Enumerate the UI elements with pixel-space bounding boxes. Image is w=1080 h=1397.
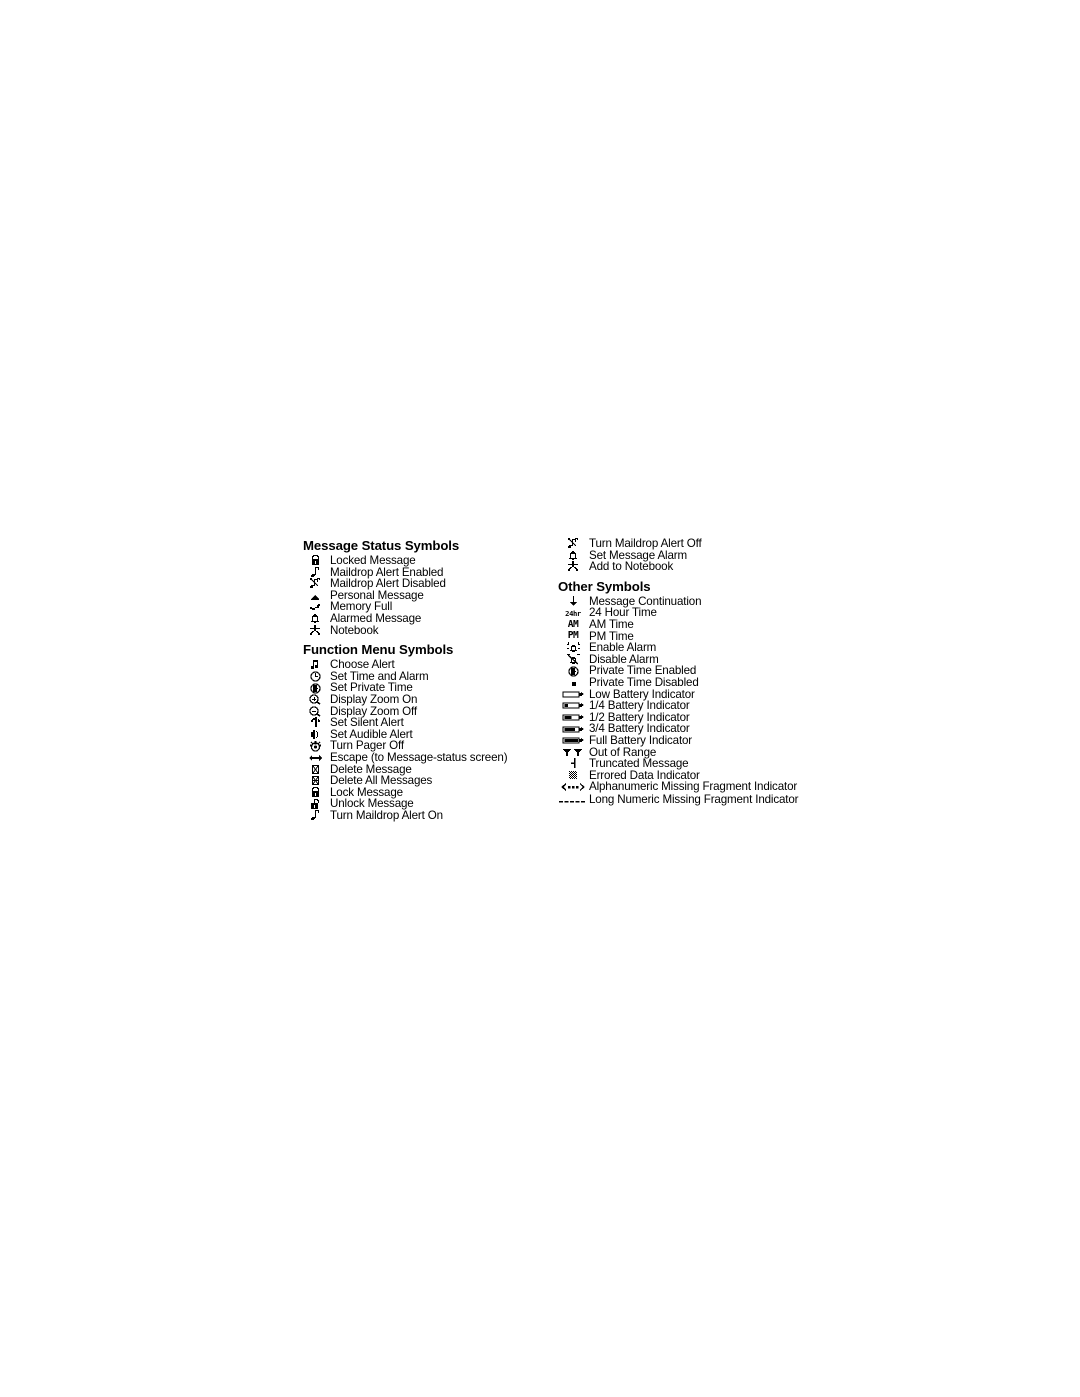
errored-data-icon xyxy=(558,770,588,782)
music-note-icon xyxy=(303,810,327,822)
symbol-label: Alphanumeric Missing Fragment Indicator xyxy=(589,780,798,794)
list-item: Display Zoom On xyxy=(303,694,553,706)
truncated-message-icon xyxy=(558,758,588,770)
symbol-list-message-status: Locked Message Maildrop Alert Enabled Ma… xyxy=(303,555,553,636)
alarm-bell-ringing-icon xyxy=(558,642,588,654)
music-note-crossed-icon xyxy=(558,538,588,550)
long-numeric-fragment-icon xyxy=(558,794,588,811)
symbol-label: 1/4 Battery Indicator xyxy=(589,699,690,713)
symbol-label: Long Numeric Missing Fragment Indicator xyxy=(589,792,799,806)
private-clock-icon xyxy=(303,682,327,694)
envelope-small-icon xyxy=(303,590,327,602)
vibrate-icon xyxy=(303,717,327,729)
list-item: 1/4 Battery Indicator xyxy=(558,700,823,712)
list-item: Set Silent Alert xyxy=(303,717,553,729)
filled-square-icon xyxy=(558,677,588,689)
symbol-label: AM Time xyxy=(589,617,634,631)
music-note-icon xyxy=(303,566,327,579)
power-off-icon xyxy=(303,740,327,752)
list-item: Long Numeric Missing Fragment Indicator xyxy=(558,794,823,811)
section-title-other-symbols: Other Symbols xyxy=(558,578,651,594)
battery-quarter-icon xyxy=(558,700,588,712)
symbol-label: Alarmed Message xyxy=(330,611,422,625)
list-item: Notebook xyxy=(303,623,553,637)
music-note-crossed-icon xyxy=(303,578,327,590)
symbol-label: Truncated Message xyxy=(589,757,689,771)
symbol-list-function-menu: Choose Alert Set Time and Alarm Set Priv… xyxy=(303,659,553,821)
list-item: Escape (to Message-status screen) xyxy=(303,752,553,764)
notebook-person-icon xyxy=(558,561,588,573)
symbol-label: Locked Message xyxy=(330,554,416,567)
document-page: Message Status Symbols Locked Message Ma… xyxy=(0,0,1080,1397)
left-column: Message Status Symbols Locked Message Ma… xyxy=(303,538,553,821)
alarm-bell-crossed-icon xyxy=(558,654,588,666)
symbol-label: Escape (to Message-status screen) xyxy=(330,750,508,764)
list-item: Add to Notebook xyxy=(558,561,823,573)
list-item: Turn Maildrop Alert On xyxy=(303,810,553,822)
down-arrow-icon xyxy=(558,596,588,608)
pm-text-icon: PM xyxy=(567,630,579,642)
left-right-arrow-icon xyxy=(303,752,327,764)
battery-half-icon xyxy=(558,712,588,724)
symbol-label: Choose Alert xyxy=(330,658,395,672)
symbol-list-maildrop-group: Turn Maildrop Alert Off Set Message Alar… xyxy=(558,538,823,573)
battery-full-icon xyxy=(558,735,588,747)
clock-icon xyxy=(303,671,327,683)
list-item: Full Battery Indicator xyxy=(558,735,823,747)
section-title-message-status: Message Status Symbols xyxy=(303,538,460,553)
bell-outline-icon xyxy=(558,550,588,562)
symbol-label: Display Zoom On xyxy=(330,692,418,706)
double-music-note-icon xyxy=(303,659,327,671)
list-item: Turn Maildrop Alert Off xyxy=(558,538,823,550)
symbol-label: Turn Maildrop Alert On xyxy=(330,808,443,822)
list-item: Locked Message xyxy=(303,555,553,567)
list-item: Delete All Messages xyxy=(303,775,553,787)
delete-all-messages-icon xyxy=(303,775,327,787)
list-item: Enable Alarm xyxy=(558,642,823,654)
24hr-text-icon: 24hr xyxy=(565,608,581,618)
symbol-label: Notebook xyxy=(330,623,379,637)
battery-three-quarter-icon xyxy=(558,723,588,735)
right-column: Turn Maildrop Alert Off Set Message Alar… xyxy=(558,538,823,810)
symbol-label: Delete All Messages xyxy=(330,774,433,788)
list-item: Truncated Message xyxy=(558,758,823,770)
list-item: Choose Alert xyxy=(303,659,553,671)
symbol-label: Private Time Disabled xyxy=(589,675,699,689)
private-clock-icon xyxy=(558,665,588,677)
symbol-label: Add to Notebook xyxy=(589,560,674,574)
out-of-range-icon xyxy=(558,747,588,759)
section-title-function-menu: Function Menu Symbols xyxy=(303,642,454,658)
padlock-closed-icon xyxy=(303,555,327,567)
memory-full-icon xyxy=(303,601,327,613)
symbol-label: Set Silent Alert xyxy=(330,716,404,730)
delete-message-icon xyxy=(303,764,327,776)
speaker-icon xyxy=(303,729,327,741)
padlock-open-icon xyxy=(303,798,327,810)
list-item: Alphanumeric Missing Fragment Indicator xyxy=(558,781,823,794)
list-item: Alarmed Message xyxy=(303,613,553,625)
am-text-icon: AM xyxy=(567,618,579,630)
list-item: Private Time Disabled xyxy=(558,677,823,689)
notebook-person-icon xyxy=(303,624,327,637)
symbol-label: Full Battery Indicator xyxy=(589,733,693,747)
padlock-closed-icon xyxy=(303,786,327,799)
symbol-list-other-symbols: Message Continuation 24hr 24 Hour Time A… xyxy=(558,596,823,811)
symbol-label: Turn Maildrop Alert Off xyxy=(589,537,702,550)
list-item: AM AM Time xyxy=(558,619,823,631)
alphanumeric-fragment-icon xyxy=(558,781,588,794)
battery-empty-icon xyxy=(558,689,588,701)
magnifier-minus-icon xyxy=(303,706,327,718)
bell-outline-icon xyxy=(303,613,327,625)
symbol-label: Enable Alarm xyxy=(589,641,657,655)
magnifier-plus-icon xyxy=(303,694,327,706)
